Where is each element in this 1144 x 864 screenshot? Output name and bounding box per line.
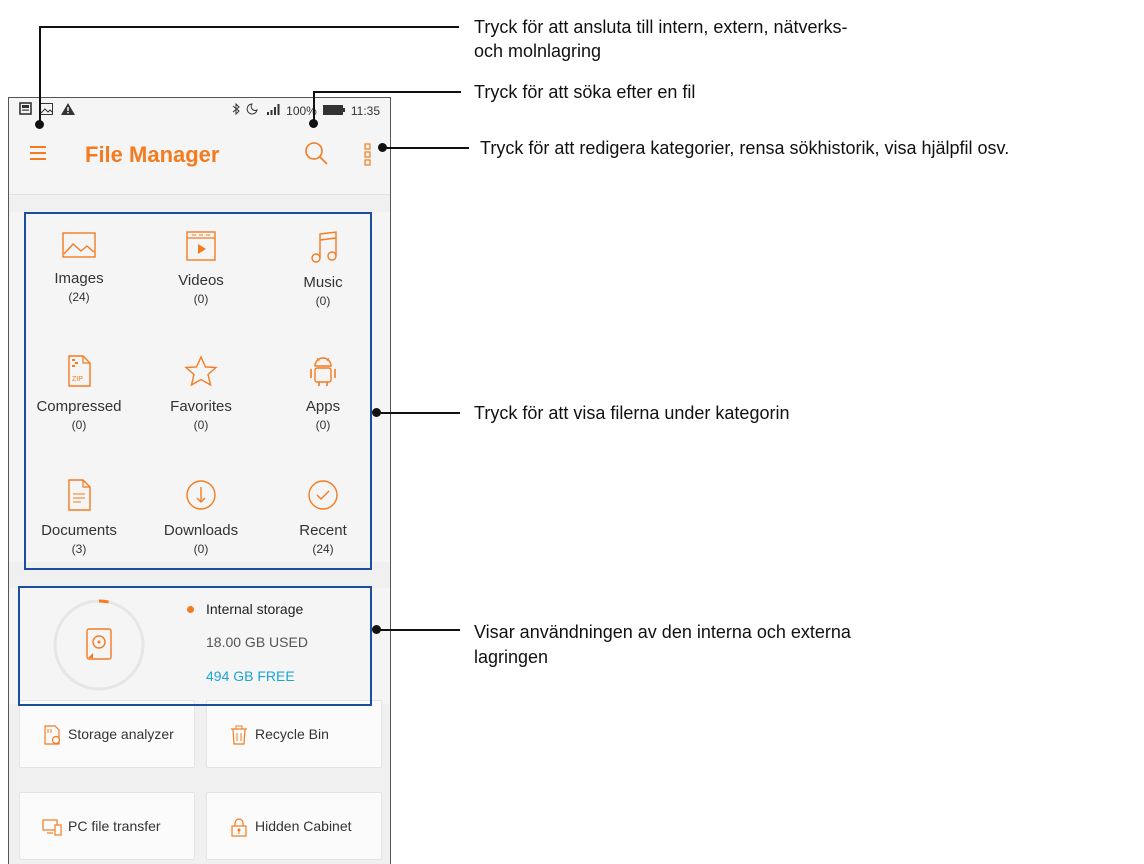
storage-analyzer-icon xyxy=(44,725,61,745)
more-options-button[interactable] xyxy=(363,142,375,168)
storage-callout-line xyxy=(377,629,460,631)
hidden-cabinet-button[interactable]: Hidden Cabinet xyxy=(206,792,382,860)
menu-callout-horizontal xyxy=(39,26,459,28)
tool-label: PC file transfer xyxy=(68,818,161,834)
menu-annotation-line1: Tryck för att ansluta till intern, exter… xyxy=(474,17,848,37)
recycle-bin-icon xyxy=(231,725,247,745)
storage-annotation-line1: Visar användningen av den interna och ex… xyxy=(474,622,851,642)
warning-icon xyxy=(61,102,75,118)
menu-icon xyxy=(30,146,46,148)
more-vert-icon xyxy=(364,143,371,166)
menu-icon-line xyxy=(30,152,46,154)
menu-callout-dot xyxy=(35,120,44,129)
bluetooth-icon xyxy=(232,102,240,118)
status-bar: 100% 11:35 xyxy=(9,98,390,122)
search-callout-vertical xyxy=(313,91,315,121)
do-not-disturb-icon xyxy=(246,103,260,118)
app-bar: File Manager xyxy=(9,122,390,195)
tool-label: Recycle Bin xyxy=(255,726,329,742)
tool-label: Hidden Cabinet xyxy=(255,818,352,834)
storage-highlight-box xyxy=(18,586,372,706)
search-annotation: Tryck för att söka efter en fil xyxy=(474,82,696,102)
clock: 11:35 xyxy=(350,103,380,118)
recycle-bin-button[interactable]: Recycle Bin xyxy=(206,700,382,768)
categories-annotation: Tryck för att visa filerna under kategor… xyxy=(474,403,790,423)
search-button[interactable] xyxy=(303,140,331,168)
storage-annotation-line2: lagringen xyxy=(474,647,549,667)
menu-button[interactable] xyxy=(30,146,46,160)
more-callout-line xyxy=(383,147,469,149)
more-annotation: Tryck för att redigera kategorier, rensa… xyxy=(480,138,1010,158)
page-title: File Manager xyxy=(85,142,220,167)
lock-icon xyxy=(231,818,247,837)
news-notification-icon xyxy=(19,102,32,118)
search-callout-dot xyxy=(309,119,318,128)
tool-label: Storage analyzer xyxy=(68,726,174,742)
menu-callout-vertical xyxy=(39,26,41,124)
storage-analyzer-button[interactable]: Storage analyzer xyxy=(19,700,195,768)
menu-icon-line xyxy=(30,158,46,160)
menu-annotation-line2: och molnlagring xyxy=(474,41,602,61)
categories-highlight-box xyxy=(24,212,372,570)
image-notification-icon xyxy=(40,102,53,118)
search-callout-horizontal xyxy=(313,91,461,93)
pc-transfer-icon xyxy=(42,819,62,836)
battery-icon xyxy=(322,104,345,118)
signal-icon xyxy=(266,103,280,118)
pc-file-transfer-button[interactable]: PC file transfer xyxy=(19,792,195,860)
search-icon xyxy=(305,142,328,165)
categories-callout-line xyxy=(377,412,460,414)
